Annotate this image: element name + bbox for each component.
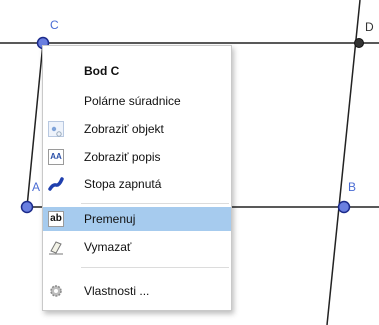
menu-separator: [81, 203, 229, 204]
menu-item-show-object[interactable]: Zobraziť objekt: [43, 117, 231, 141]
menu-item-label: Vymazať: [84, 240, 132, 254]
point-label-d: D: [365, 20, 374, 34]
line-b-d[interactable]: [326, 0, 361, 325]
eraser-icon: [48, 239, 64, 255]
context-menu: Bod C Polárne súradnice Zobraziť objekt …: [42, 45, 232, 311]
menu-item-label: Premenuj: [84, 212, 136, 226]
menu-item-label: Zobraziť objekt: [84, 122, 164, 136]
point-label-a: A: [32, 180, 41, 194]
trace-icon: [48, 176, 64, 192]
menu-item-show-label[interactable]: AA Zobraziť popis: [43, 145, 231, 169]
point-d[interactable]: [354, 38, 364, 48]
menu-item-rename[interactable]: ab Premenuj: [43, 207, 231, 231]
menu-item-polar-coordinates[interactable]: Polárne súradnice: [43, 89, 231, 113]
show-object-icon: [48, 121, 64, 137]
menu-title-text: Bod C: [84, 64, 120, 78]
menu-item-trace[interactable]: Stopa zapnutá: [43, 172, 231, 196]
menu-title: Bod C: [43, 59, 231, 83]
point-b[interactable]: [337, 200, 351, 214]
menu-item-properties[interactable]: Vlastnosti ...: [43, 279, 231, 303]
menu-item-delete[interactable]: Vymazať: [43, 235, 231, 259]
menu-item-label: Stopa zapnutá: [84, 177, 162, 191]
point-label-b: B: [348, 180, 357, 194]
point-label-c: C: [50, 18, 59, 32]
gear-icon: [48, 283, 64, 299]
menu-item-label: Polárne súradnice: [84, 94, 181, 108]
rename-icon: ab: [48, 211, 64, 227]
menu-separator: [81, 267, 229, 268]
show-label-icon: AA: [48, 149, 64, 165]
menu-item-label: Vlastnosti ...: [84, 284, 150, 298]
menu-item-label: Zobraziť popis: [84, 150, 161, 164]
point-a[interactable]: [20, 200, 34, 214]
